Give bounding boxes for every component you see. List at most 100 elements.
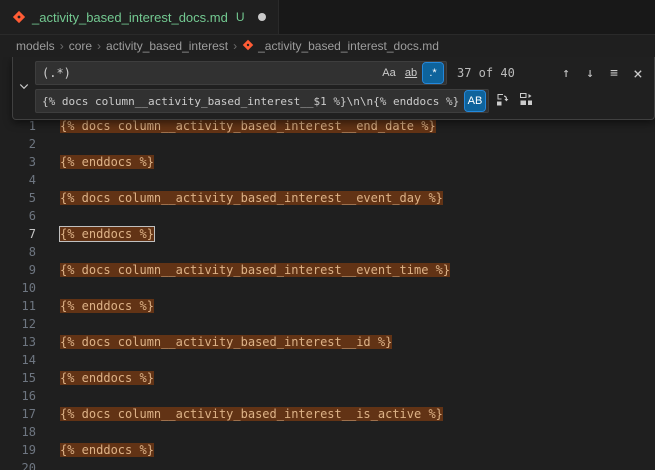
find-match[interactable]: {% enddocs %} — [60, 371, 154, 385]
close-icon: × — [633, 64, 643, 83]
search-value: (.*) — [42, 66, 377, 80]
editor-line[interactable]: 6 — [0, 207, 655, 225]
editor-line[interactable]: 16 — [0, 387, 655, 405]
line-content[interactable]: {% docs column__activity_based_interest_… — [36, 405, 443, 423]
editor[interactable]: (.*) Aa ab .* 37 of 40 ↑ ↓ ≡ × {% docs c… — [0, 57, 655, 470]
line-number[interactable]: 14 — [0, 351, 36, 369]
editor-line[interactable]: 19 {% enddocs %} — [0, 441, 655, 459]
line-number[interactable]: 19 — [0, 441, 36, 459]
line-content[interactable]: {% docs column__activity_based_interest_… — [36, 189, 443, 207]
line-content[interactable]: {% enddocs %} — [36, 153, 154, 171]
editor-line[interactable]: 14 — [0, 351, 655, 369]
line-content[interactable] — [36, 387, 60, 405]
editor-line[interactable]: 4 — [0, 171, 655, 189]
find-match[interactable]: {% enddocs %} — [60, 443, 154, 457]
editor-line[interactable]: 20 — [0, 459, 655, 470]
line-content[interactable] — [36, 171, 60, 189]
line-number[interactable]: 17 — [0, 405, 36, 423]
line-content[interactable] — [36, 207, 60, 225]
editor-line[interactable]: 10 — [0, 279, 655, 297]
editor-line[interactable]: 11 {% enddocs %} — [0, 297, 655, 315]
line-number[interactable]: 2 — [0, 135, 36, 153]
selection-lines-icon: ≡ — [610, 66, 618, 81]
editor-line[interactable]: 7 {% enddocs %} — [0, 225, 655, 243]
find-match[interactable]: {% enddocs %} — [60, 155, 154, 169]
match-case-button[interactable]: Aa — [379, 63, 399, 83]
editor-line[interactable]: 13 {% docs column__activity_based_intere… — [0, 333, 655, 351]
editor-line[interactable]: 3 {% enddocs %} — [0, 153, 655, 171]
tab-bar: _activity_based_interest_docs.md U — [0, 0, 655, 35]
line-number[interactable]: 7 — [0, 225, 36, 243]
line-content[interactable]: {% enddocs %} — [36, 225, 154, 243]
replace-button[interactable] — [491, 90, 513, 112]
line-number[interactable]: 3 — [0, 153, 36, 171]
line-number[interactable]: 10 — [0, 279, 36, 297]
editor-line[interactable]: 9 {% docs column__activity_based_interes… — [0, 261, 655, 279]
line-number[interactable]: 12 — [0, 315, 36, 333]
line-content[interactable] — [36, 135, 60, 153]
line-content[interactable] — [36, 243, 60, 261]
replace-all-button[interactable] — [515, 90, 537, 112]
line-content[interactable]: {% docs column__activity_based_interest_… — [36, 333, 392, 351]
find-match[interactable]: {% docs column__activity_based_interest_… — [60, 263, 450, 277]
breadcrumb-item-activity-based-interest[interactable]: activity_based_interest — [106, 39, 228, 53]
find-match[interactable]: {% enddocs %} — [60, 299, 154, 313]
replace-icon — [494, 91, 510, 111]
breadcrumb-separator: › — [97, 39, 101, 53]
editor-line[interactable]: 2 — [0, 135, 655, 153]
editor-line[interactable]: 8 — [0, 243, 655, 261]
breadcrumb-item-models[interactable]: models — [16, 39, 55, 53]
whole-word-button[interactable]: ab — [401, 63, 421, 83]
previous-match-button[interactable]: ↑ — [555, 62, 577, 84]
results-count: 37 of 40 — [457, 66, 515, 80]
regex-button[interactable]: .* — [423, 63, 443, 83]
find-match[interactable]: {% docs column__activity_based_interest_… — [60, 335, 392, 349]
line-number[interactable]: 9 — [0, 261, 36, 279]
preserve-case-button[interactable]: AB — [465, 91, 485, 111]
line-content[interactable] — [36, 423, 60, 441]
line-content[interactable]: {% enddocs %} — [36, 441, 154, 459]
replace-input[interactable]: {% docs column__activity_based_interest_… — [35, 89, 489, 113]
toggle-replace-button[interactable] — [13, 61, 35, 113]
editor-line[interactable]: 17 {% docs column__activity_based_intere… — [0, 405, 655, 423]
line-number[interactable]: 4 — [0, 171, 36, 189]
line-content[interactable]: {% enddocs %} — [36, 369, 154, 387]
line-content[interactable] — [36, 459, 60, 470]
line-content[interactable] — [36, 351, 60, 369]
editor-line[interactable]: 15 {% enddocs %} — [0, 369, 655, 387]
line-content[interactable]: {% enddocs %} — [36, 297, 154, 315]
find-match[interactable]: {% docs column__activity_based_interest_… — [60, 119, 436, 133]
line-content[interactable] — [36, 315, 60, 333]
line-number[interactable]: 11 — [0, 297, 36, 315]
current-find-match[interactable]: {% enddocs %} — [60, 227, 154, 241]
editor-line[interactable]: 12 — [0, 315, 655, 333]
find-match[interactable]: {% docs column__activity_based_interest_… — [60, 407, 443, 421]
line-number[interactable]: 20 — [0, 459, 36, 470]
line-content[interactable]: {% docs column__activity_based_interest_… — [36, 261, 450, 279]
line-content[interactable] — [36, 279, 60, 297]
unsaved-changes-dot-icon[interactable] — [258, 13, 266, 21]
next-match-button[interactable]: ↓ — [579, 62, 601, 84]
breadcrumb-item-file[interactable]: _activity_based_interest_docs.md — [242, 39, 439, 53]
close-find-widget-button[interactable]: × — [627, 62, 649, 84]
dbt-file-icon — [12, 10, 26, 24]
breadcrumb: models › core › activity_based_interest … — [0, 35, 655, 57]
search-input[interactable]: (.*) Aa ab .* — [35, 61, 447, 85]
editor-line[interactable]: 18 — [0, 423, 655, 441]
line-number[interactable]: 13 — [0, 333, 36, 351]
find-in-selection-button[interactable]: ≡ — [603, 62, 625, 84]
editor-line[interactable]: 5 {% docs column__activity_based_interes… — [0, 189, 655, 207]
line-number[interactable]: 18 — [0, 423, 36, 441]
line-number[interactable]: 16 — [0, 387, 36, 405]
line-number[interactable]: 6 — [0, 207, 36, 225]
line-number[interactable]: 8 — [0, 243, 36, 261]
find-match[interactable]: {% docs column__activity_based_interest_… — [60, 191, 443, 205]
editor-lines[interactable]: 1 {% docs column__activity_based_interes… — [0, 117, 655, 470]
dbt-file-icon — [242, 39, 254, 53]
line-number[interactable]: 5 — [0, 189, 36, 207]
arrow-down-icon: ↓ — [586, 66, 594, 81]
git-status-badge: U — [236, 10, 245, 24]
line-number[interactable]: 15 — [0, 369, 36, 387]
editor-tab[interactable]: _activity_based_interest_docs.md U — [0, 0, 279, 34]
breadcrumb-item-core[interactable]: core — [69, 39, 92, 53]
